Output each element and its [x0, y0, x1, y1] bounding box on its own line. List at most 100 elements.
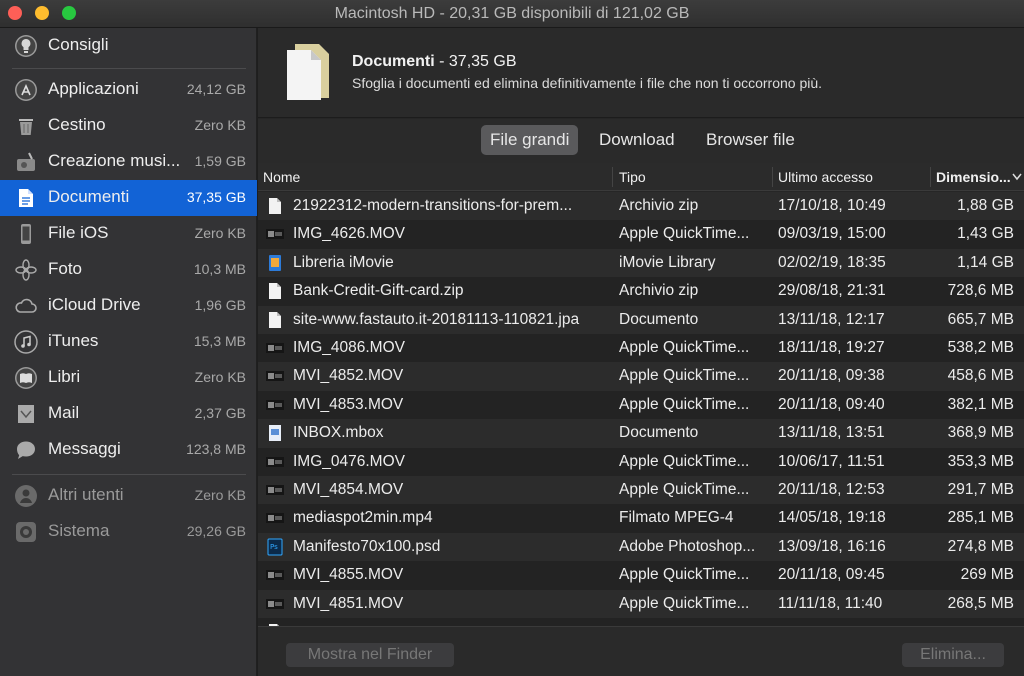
- sidebar-item-cestino[interactable]: Cestino Zero KB: [0, 108, 257, 144]
- file-type: Apple QuickTime...: [619, 594, 750, 612]
- iphone-icon: [21, 224, 31, 244]
- table-row[interactable]: IMG_0476.MOV Apple QuickTime... 10/06/17, …: [258, 447, 1024, 476]
- column-header-last-access[interactable]: Ultimo accesso: [778, 169, 873, 185]
- imovie-library-icon: [266, 254, 284, 272]
- sidebar-item-libri[interactable]: Libri Zero KB: [0, 360, 257, 396]
- file-size: 368,9 MB: [947, 424, 1014, 442]
- file-size: 353,3 MB: [947, 452, 1014, 470]
- category-description: Sfoglia i documenti ed elimina definitiv…: [352, 75, 823, 91]
- sidebar-item-size: 10,3 MB: [193, 261, 246, 277]
- video-thumbnail-icon: [266, 339, 284, 357]
- table-row[interactable]: MVI_4854.MOV Apple QuickTime... 20/11/18, …: [258, 476, 1024, 505]
- sidebar-item-itunes[interactable]: iTunes 15,3 MB: [0, 324, 257, 360]
- file-size: 382,1 MB: [947, 395, 1014, 413]
- table-row[interactable]: MVI_4855.MOV Apple QuickTime... 20/11/18, …: [258, 561, 1024, 590]
- show-in-finder-button[interactable]: Mostra nel Finder: [286, 643, 454, 667]
- file-name: site-www.fastauto.it-20181113-110821.jpa: [293, 310, 580, 328]
- video-thumbnail-icon: [266, 225, 284, 243]
- sidebar-item-mail[interactable]: Mail 2,37 GB: [0, 396, 257, 432]
- file-size: 1,43 GB: [957, 225, 1014, 243]
- chat-bubble-icon: [17, 441, 35, 459]
- video-thumbnail-icon: [266, 367, 284, 385]
- sidebar-item-creazione-musicale[interactable]: Creazione musi... 1,59 GB: [0, 144, 257, 180]
- sidebar-item-label: Altri utenti: [48, 485, 124, 504]
- document-icon: [266, 282, 284, 300]
- video-thumbnail-icon: [266, 595, 284, 613]
- sidebar: Consigli Applicazioni 24,12 GB Cestino Z…: [0, 28, 257, 676]
- sidebar-item-label: Cestino: [48, 115, 106, 134]
- video-thumbnail-icon: [266, 566, 284, 584]
- tab-file-grandi[interactable]: File grandi: [481, 125, 579, 155]
- file-size: 1,14 GB: [957, 253, 1014, 271]
- table-row[interactable]: Ps Manifesto70x100.psd Adobe Photoshop... 1…: [258, 532, 1024, 562]
- column-divider[interactable]: [772, 167, 773, 187]
- table-row[interactable]: mediaspot2min.mp4 Filmato MPEG-4 14/05/18,…: [258, 504, 1024, 533]
- column-header-type[interactable]: Tipo: [619, 169, 646, 185]
- table-row[interactable]: MVI_4852.MOV Apple QuickTime... 20/11/18, …: [258, 362, 1024, 391]
- category-size: - 37,35 GB: [434, 53, 517, 70]
- table-row[interactable]: INBOX.mbox Documento 13/11/18, 13:51 368,9 …: [258, 419, 1024, 448]
- sidebar-item-consigli[interactable]: Consigli: [0, 28, 257, 64]
- table-row[interactable]: site-www.fastauto.it-20181113-110821.jpa…: [258, 305, 1024, 334]
- column-header-size[interactable]: Dimensio...: [936, 169, 1011, 185]
- table-row[interactable]: Bank-Credit-Gift-card.zip Archivio zip 29/…: [258, 277, 1024, 306]
- file-type: Documento: [619, 310, 699, 328]
- sidebar-item-label: Mail: [48, 403, 80, 422]
- tab-download[interactable]: Download: [590, 125, 684, 155]
- sidebar-item-label: Consigli: [48, 35, 109, 54]
- delete-button[interactable]: Elimina...: [902, 643, 1004, 667]
- sidebar-item-size: 1,59 GB: [194, 153, 246, 169]
- chevron-down-icon[interactable]: [1012, 173, 1022, 181]
- file-name: MVI_4852.MOV: [293, 367, 404, 385]
- file-size: 269 MB: [960, 566, 1014, 584]
- file-type: Apple QuickTime...: [619, 367, 750, 385]
- sidebar-item-label: Libri: [48, 367, 81, 386]
- sidebar-item-documenti[interactable]: Documenti 37,35 GB: [0, 180, 257, 216]
- sidebar-divider: [12, 68, 246, 69]
- column-divider[interactable]: [930, 167, 931, 187]
- sidebar-item-icloud-drive[interactable]: iCloud Drive 1,96 GB: [0, 288, 257, 324]
- sidebar-item-foto[interactable]: Foto 10,3 MB: [0, 252, 257, 288]
- documents-stack-icon: [287, 44, 329, 100]
- file-name: MVI_4854.MOV: [293, 481, 404, 498]
- file-type: Apple QuickTime...: [619, 566, 750, 584]
- sidebar-item-size: Zero KB: [194, 369, 246, 385]
- table-row[interactable]: Libreria iMovie iMovie Library 02/02/19, 1…: [258, 248, 1024, 278]
- photoshop-file-icon: Ps: [266, 538, 284, 556]
- sidebar-item-file-ios[interactable]: File iOS Zero KB: [0, 216, 257, 252]
- column-header-name[interactable]: Nome: [263, 169, 300, 185]
- file-name: Manifesto70x100.psd: [293, 537, 441, 555]
- file-type: Adobe Photoshop...: [619, 537, 756, 555]
- file-name: IMG_4086.MOV: [293, 339, 405, 356]
- trash-icon: [19, 119, 33, 135]
- table-row[interactable]: IMG_4626.MOV Apple QuickTime... 09/03/19, …: [258, 220, 1024, 249]
- sidebar-item-applicazioni[interactable]: Applicazioni 24,12 GB: [0, 72, 257, 108]
- table-row[interactable]: 21922312-modern-transitions-for-prem... A…: [258, 192, 1024, 221]
- table-row[interactable]: IMG_4086.MOV Apple QuickTime... 18/11/18, …: [258, 334, 1024, 363]
- table-row[interactable]: [258, 618, 1024, 626]
- category-name: Documenti: [352, 53, 435, 70]
- tab-browser-file[interactable]: Browser file: [697, 125, 804, 155]
- file-size: 268,5 MB: [947, 594, 1014, 612]
- file-size: 274,8 MB: [947, 537, 1014, 555]
- view-tabs: File grandi Download Browser file: [258, 119, 1024, 163]
- document-icon: [266, 197, 284, 215]
- table-row[interactable]: MVI_4853.MOV Apple QuickTime... 20/11/18, …: [258, 390, 1024, 420]
- sidebar-item-label: File iOS: [48, 223, 109, 242]
- file-type: Apple QuickTime...: [619, 452, 750, 470]
- file-size: 285,1 MB: [947, 509, 1014, 527]
- video-thumbnail-icon: [266, 481, 284, 499]
- sidebar-item-messaggi[interactable]: Messaggi 123,8 MB: [0, 432, 257, 468]
- column-divider[interactable]: [612, 167, 613, 187]
- sidebar-item-label: Creazione musi...: [48, 151, 181, 170]
- video-thumbnail-icon: [266, 396, 284, 414]
- book-icon: [15, 367, 37, 389]
- file-table: 21922312-modern-transitions-for-prem... A…: [258, 192, 1024, 626]
- file-name: mediaspot2min.mp4: [293, 509, 433, 527]
- category-title: Documenti - 37,35 GB: [352, 53, 517, 71]
- sidebar-item-label: Sistema: [48, 521, 110, 540]
- sidebar-item-altri-utenti: Altri utenti Zero KB: [0, 478, 257, 514]
- cloud-icon: [15, 298, 37, 313]
- table-row[interactable]: MVI_4851.MOV Apple QuickTime... 11/11/18, …: [258, 589, 1024, 618]
- file-name: MVI_4853.MOV: [293, 395, 404, 413]
